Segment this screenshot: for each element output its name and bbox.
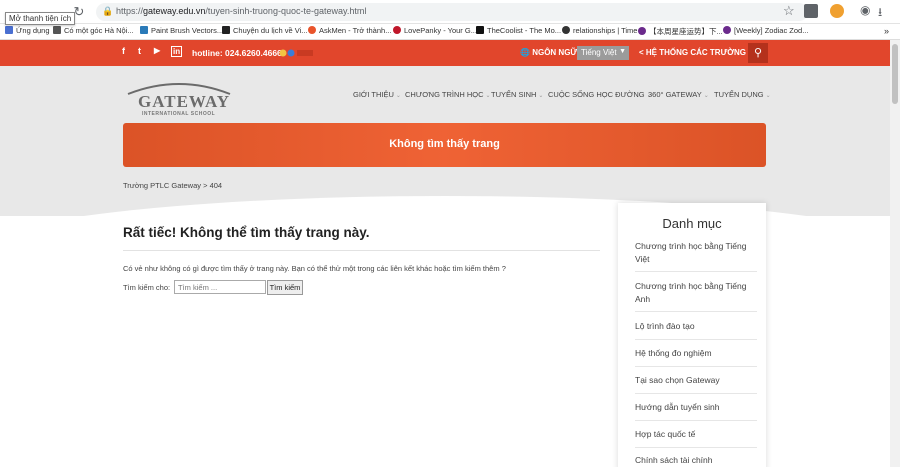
youtube-icon[interactable]: ▶: [154, 46, 160, 55]
zodiac-icon: [723, 26, 731, 34]
bookmark-item[interactable]: LovePanky - Your G...: [393, 26, 477, 35]
menu-item-about[interactable]: GIỚI THIỆU ⌄: [353, 90, 401, 99]
extension-icon[interactable]: [830, 4, 844, 18]
site-topbar: f t ▶ in hotline: 024.6260.4666 🌐 NGÔN N…: [0, 40, 890, 66]
search-icon: ⚲: [753, 47, 763, 59]
chevron-down-icon: ⌄: [485, 93, 491, 99]
bookmark-star-icon[interactable]: ☆: [783, 3, 795, 19]
more-bookmarks-icon[interactable]: »: [884, 26, 889, 36]
tc-icon: [476, 26, 484, 34]
bookmarks-bar: Ứng dụng Có một góc Hà Nội... Paint Brus…: [0, 24, 900, 40]
page-title: Rất tiếc! Không thể tìm thấy trang này.: [123, 225, 370, 240]
sidebar-divider: [635, 420, 757, 421]
facebook-icon[interactable]: f: [122, 46, 125, 56]
menu-item-school-life[interactable]: CUỘC SỐNG HỌC ĐƯỜNG ⌄: [548, 90, 652, 99]
bookmark-item[interactable]: Ứng dụng: [5, 26, 50, 35]
people-icon: [53, 26, 61, 34]
menu-item-360[interactable]: 360° GATEWAY ⌄: [648, 90, 709, 99]
scrollbar-thumb[interactable]: [892, 44, 898, 104]
sidebar-item[interactable]: Lộ trình đào tạo: [635, 320, 757, 333]
bookmark-item[interactable]: 【本周星座运势】下...: [638, 26, 723, 37]
bookmark-item[interactable]: relationships | Time: [562, 26, 637, 35]
download-icon[interactable]: ⭳: [878, 3, 882, 24]
language-select[interactable]: Tiếng Việt ▼: [577, 46, 629, 60]
sidebar-item[interactable]: Hợp tác quốc tế: [635, 428, 757, 441]
menu-item-careers[interactable]: TUYỂN DỤNG ⌄: [714, 90, 771, 99]
sidebar-item[interactable]: Hướng dẫn tuyển sinh: [635, 401, 757, 414]
twitter-icon[interactable]: t: [138, 46, 141, 56]
sidebar-divider: [635, 271, 757, 272]
sidebar-divider: [635, 311, 757, 312]
caret-down-icon: ▼: [619, 48, 626, 55]
divider: [123, 250, 600, 251]
schools-system-link[interactable]: < HỆ THỐNG CÁC TRƯỜNG: [639, 48, 746, 57]
url-host: gateway.edu.vn: [143, 6, 206, 16]
k-icon: [222, 26, 230, 34]
category-sidebar: Danh mục Chương trình học bằng Tiếng Việ…: [618, 203, 766, 467]
chevron-down-icon: ⌄: [765, 93, 771, 99]
askmen-icon: [308, 26, 316, 34]
bookmark-item[interactable]: Paint Brush Vectors...: [140, 26, 223, 35]
browser-toolbar: ← → ↻ Mở thanh tiện ích 🔒 https://gatewa…: [0, 0, 900, 25]
page-scrollbar[interactable]: [890, 40, 900, 467]
bookmark-item[interactable]: AskMen - Trở thành...: [308, 26, 391, 35]
heart-icon: [393, 26, 401, 34]
search-button[interactable]: ⚲: [748, 43, 768, 63]
sidebar-divider: [635, 339, 757, 340]
page-description: Có vẻ như không có gì được tìm thấy ở tr…: [123, 264, 506, 273]
globe-icon: 🌐: [520, 48, 530, 57]
sidebar-divider: [635, 366, 757, 367]
lock-icon: 🔒: [102, 6, 114, 16]
page-icon: [140, 26, 148, 34]
chevron-down-icon: ⌄: [395, 93, 401, 99]
search-label: Tìm kiếm cho:: [123, 283, 171, 292]
breadcrumb[interactable]: Trường PTLC Gateway > 404: [123, 181, 222, 190]
bookmark-item[interactable]: TheCoolist - The Mo...: [476, 26, 561, 35]
sidebar-title: Danh mục: [662, 216, 722, 231]
partner-logos-icon: [279, 49, 313, 57]
sidebar-item[interactable]: Chương trình học bằng Tiếng Anh: [635, 280, 757, 305]
circle-icon: [562, 26, 570, 34]
search-submit-button[interactable]: Tìm kiếm: [267, 280, 303, 295]
menu-item-admissions[interactable]: TUYỂN SINH ⌄: [491, 90, 543, 99]
sidebar-divider: [635, 447, 757, 448]
url-scheme: https://: [116, 6, 144, 16]
language-label: 🌐 NGÔN NGỮ: [520, 48, 578, 57]
search-input[interactable]: [174, 280, 266, 294]
menu-item-programs[interactable]: CHƯƠNG TRÌNH HỌC ⌄: [405, 90, 491, 99]
tooltip: Mở thanh tiện ích: [5, 12, 76, 25]
sidebar-item[interactable]: Chính sách tài chính: [635, 454, 757, 467]
bookmark-item[interactable]: Có một góc Hà Nội...: [53, 26, 134, 35]
sidebar-item[interactable]: Tại sao chọn Gateway: [635, 374, 757, 387]
chevron-down-icon: ⌄: [703, 93, 709, 99]
zodiac-icon: [638, 27, 646, 35]
bookmark-item[interactable]: [Weekly] Zodiac Zod...: [723, 26, 808, 35]
site-logo[interactable]: GATEWAY INTERNATIONAL SCHOOL: [120, 80, 240, 120]
sidebar-item[interactable]: Chương trình học bằng Tiếng Việt: [635, 240, 757, 265]
account-icon[interactable]: ◉: [860, 3, 870, 17]
logo-subtitle: INTERNATIONAL SCHOOL: [142, 111, 216, 117]
address-bar[interactable]: 🔒 https://gateway.edu.vn/tuyen-sinh-truo…: [96, 3, 808, 21]
logo-word: GATEWAY: [138, 92, 231, 111]
banner-title: Không tìm thấy trang: [389, 138, 500, 150]
chevron-down-icon: ⌄: [538, 93, 544, 99]
page-banner: Không tìm thấy trang: [123, 123, 766, 167]
apps-grid-icon: [5, 26, 13, 34]
hotline[interactable]: hotline: 024.6260.4666: [192, 48, 282, 58]
linkedin-icon[interactable]: in: [171, 46, 183, 57]
url-path: /tuyen-sinh-truong-quoc-te-gateway.html: [205, 6, 367, 16]
bookmark-item[interactable]: Chuyện du lịch về Vi...: [222, 26, 308, 35]
url-text[interactable]: https://gateway.edu.vn/tuyen-sinh-truong…: [116, 6, 366, 16]
sidebar-divider: [635, 393, 757, 394]
share-icon: <: [639, 48, 644, 57]
download-extension-icon[interactable]: [804, 4, 818, 18]
sidebar-item[interactable]: Hệ thống đo nghiệm: [635, 347, 757, 360]
